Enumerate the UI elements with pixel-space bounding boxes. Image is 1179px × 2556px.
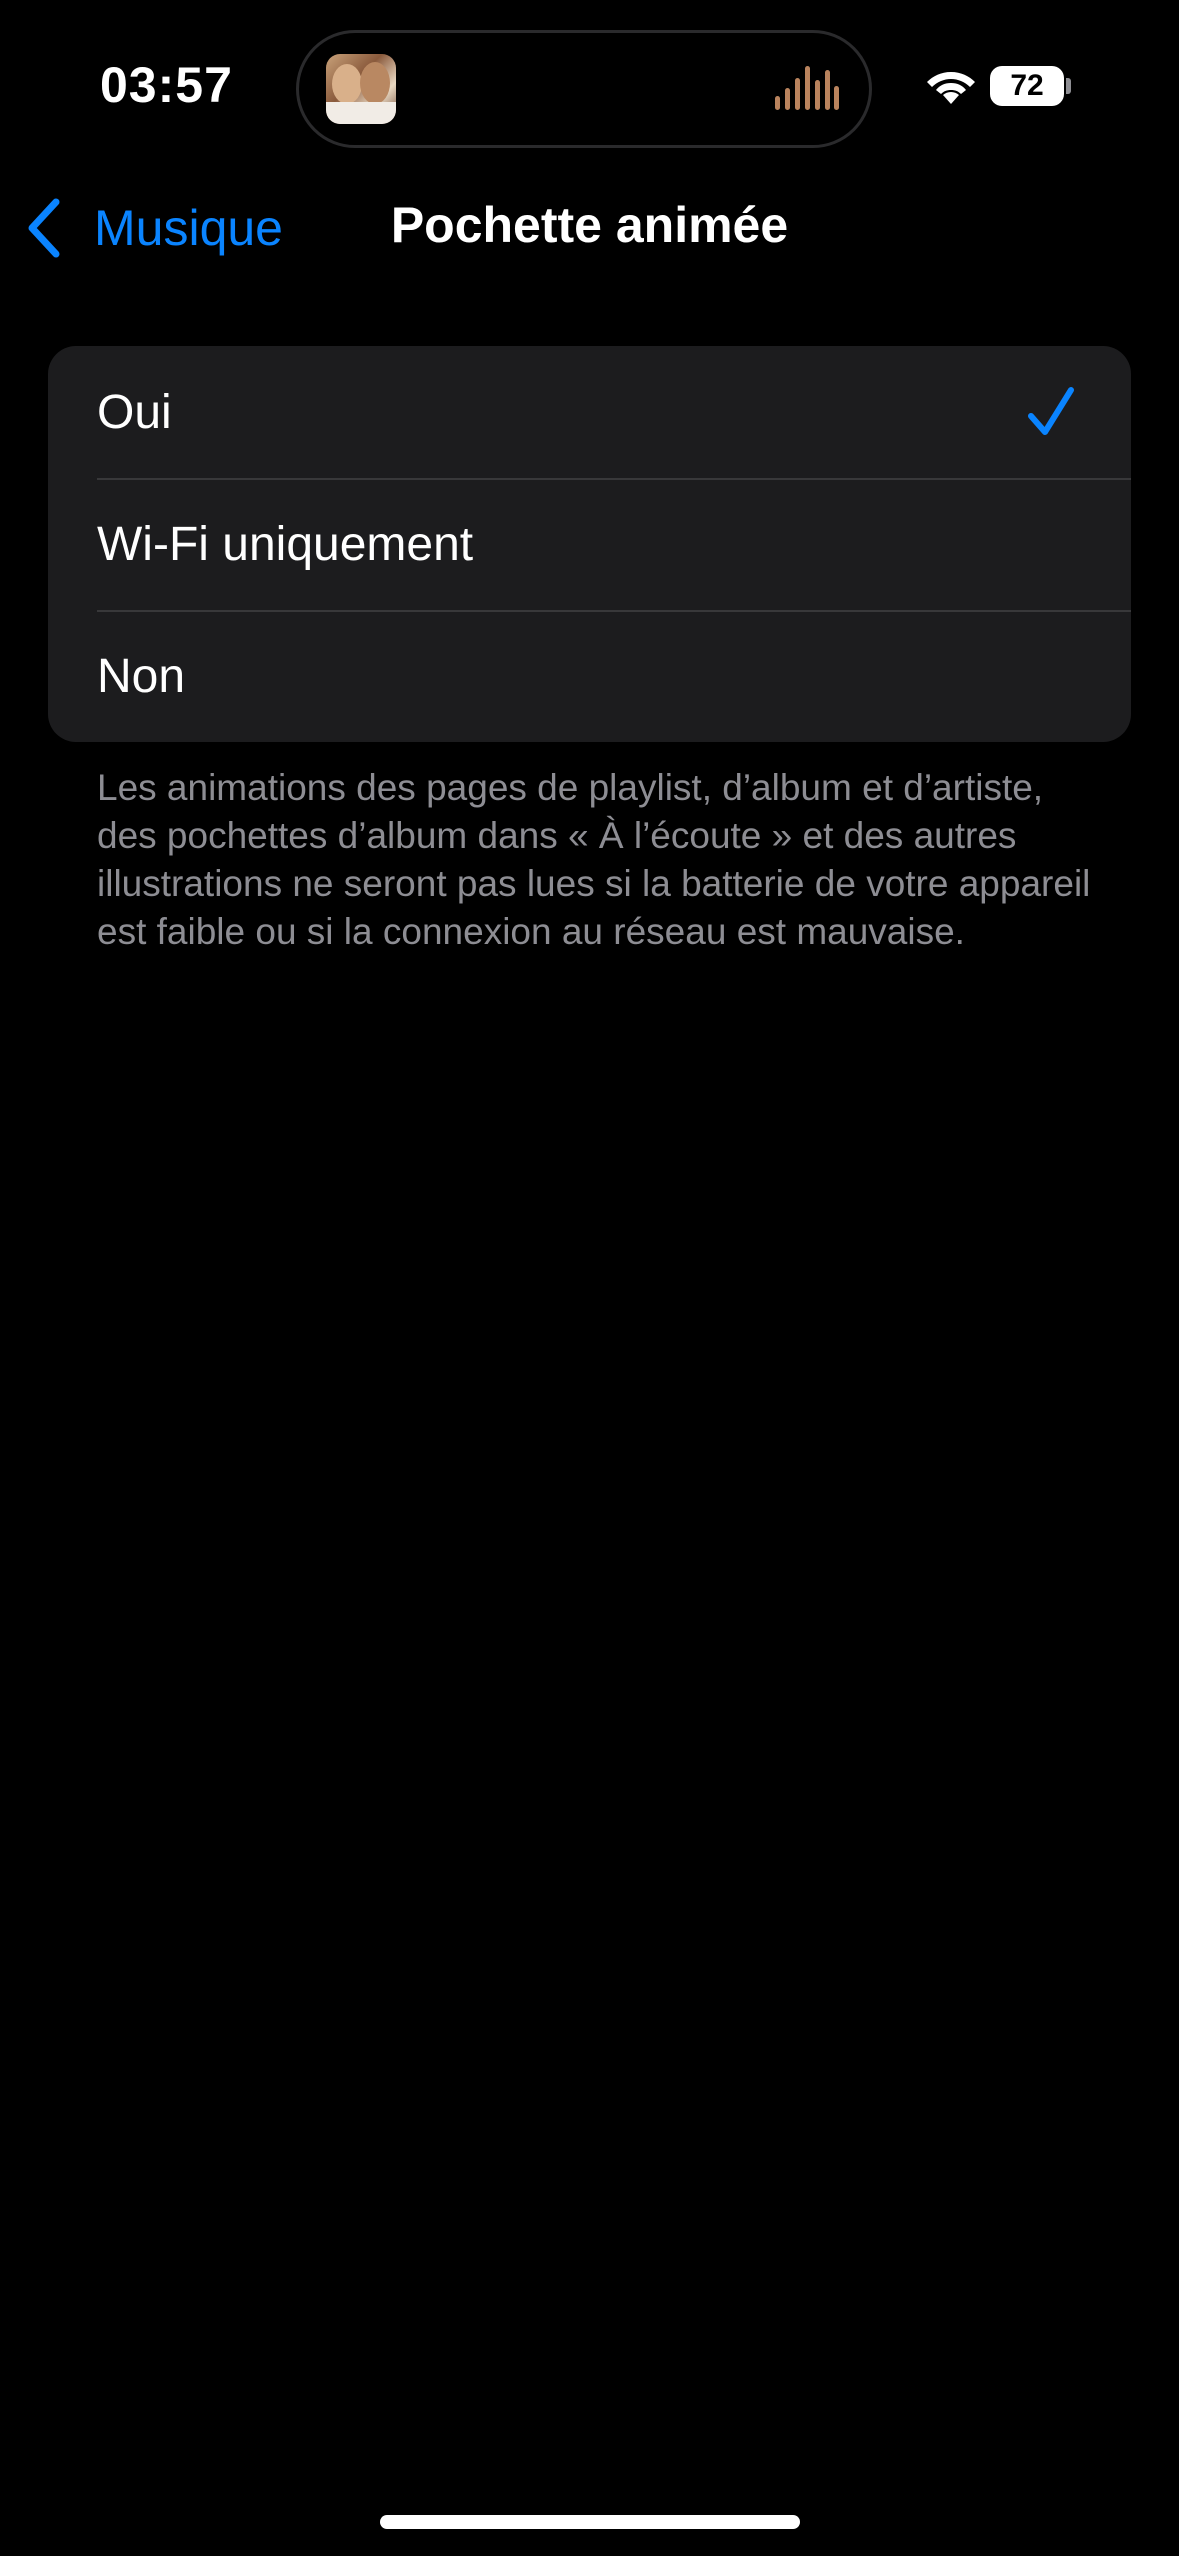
screen: 03:57 72 Musique Pochette animée Oui Wi-… bbox=[0, 0, 1179, 2556]
waveform-icon bbox=[775, 64, 839, 110]
battery-tip bbox=[1066, 78, 1071, 94]
footer-description: Les animations des pages de playlist, d’… bbox=[97, 767, 1091, 952]
option-label: Non bbox=[97, 649, 186, 703]
home-indicator[interactable] bbox=[380, 2515, 800, 2529]
option-label: Oui bbox=[97, 385, 172, 439]
status-time: 03:57 bbox=[100, 57, 233, 113]
option-wifi-uniquement[interactable]: Wi-Fi uniquement bbox=[48, 478, 1131, 610]
page-title: Pochette animée bbox=[390, 197, 789, 253]
now-playing-artwork bbox=[326, 54, 396, 124]
battery-indicator: 72 bbox=[990, 66, 1064, 106]
wifi-icon bbox=[927, 72, 975, 104]
checkmark-icon bbox=[1028, 387, 1074, 435]
option-label: Wi-Fi uniquement bbox=[97, 517, 474, 571]
option-oui[interactable]: Oui bbox=[48, 346, 1131, 478]
options-group: Oui Wi-Fi uniquement Non bbox=[48, 346, 1131, 742]
option-non[interactable]: Non bbox=[48, 610, 1131, 742]
